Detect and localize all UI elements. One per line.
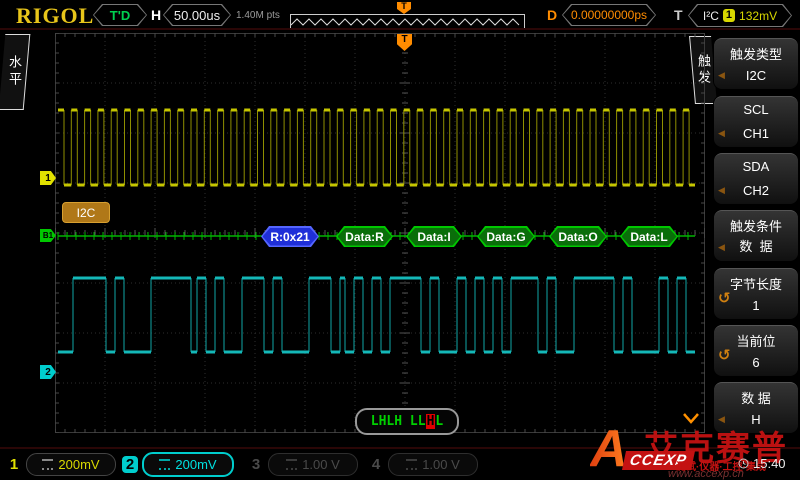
decode-bubble-data: Data:R <box>336 226 393 247</box>
channel-number: 4 <box>368 456 384 473</box>
channel-scale: 1.00 V <box>302 457 340 472</box>
bottom-separator <box>0 447 800 449</box>
tab-horizontal[interactable]: 水平 <box>0 34 30 110</box>
trigger-label: T <box>674 7 683 23</box>
trigger-status: T'D <box>110 8 130 23</box>
channel-status-bar: 1 200mV 2 200mV 3 1.00 V 4 1.00 V 15:40 <box>0 450 800 480</box>
bits-before: LHLH LL <box>371 414 426 429</box>
overview-trigger-flag-icon[interactable]: T <box>397 2 411 14</box>
channel-number: 2 <box>122 456 138 473</box>
delay-badge[interactable]: 0.00000000ps <box>562 4 656 26</box>
trigger-level: 132mV <box>739 9 777 23</box>
timebase-badge[interactable]: 50.00us <box>163 4 231 26</box>
horizontal-label: H <box>151 7 161 23</box>
decode-bus-marker[interactable]: B1 <box>40 229 56 242</box>
channel-number: 3 <box>248 456 264 473</box>
trigger-status-badge: T'D <box>93 4 147 26</box>
decode-bubble-address: R:0x21 <box>261 226 319 247</box>
menu-current-bit-button[interactable]: 当前位 ↺ 6 <box>714 325 798 376</box>
channel-scale: 1.00 V <box>422 457 460 472</box>
rigol-logo: RIGOL <box>16 3 94 29</box>
decode-bubble-data: Data:O <box>549 226 607 247</box>
channel-badge-3[interactable]: 3 1.00 V <box>248 452 358 476</box>
menu-trigger-type-button[interactable]: 触发类型 ◀ I2C <box>714 38 798 89</box>
dc-coupling-icon <box>42 459 53 470</box>
menu-byte-length-button[interactable]: 字节长度 ↺ 1 <box>714 268 798 319</box>
oscilloscope-screen: RIGOL T'D H 50.00us 1.40M pts T D 0.0000… <box>0 0 800 480</box>
decode-bubble-data: Data:I <box>406 226 462 247</box>
clock-time: 15:40 <box>753 456 786 471</box>
menu-scl-button[interactable]: SCL ◀ CH1 <box>714 96 798 147</box>
decode-bubble-data: Data:G <box>477 226 535 247</box>
delay-label: D <box>547 7 557 23</box>
dc-coupling-icon <box>286 459 297 470</box>
system-clock: 15:40 <box>738 456 786 471</box>
top-status-bar: RIGOL T'D H 50.00us 1.40M pts T D 0.0000… <box>0 0 800 30</box>
decode-bus-label[interactable]: I2C <box>62 202 110 223</box>
top-separator <box>0 28 800 30</box>
channel-scale: 200mV <box>175 457 216 472</box>
trigger-type: I²C <box>703 9 719 23</box>
menu-sda-button[interactable]: SDA ◀ CH2 <box>714 153 798 204</box>
trigger-source-badge: 1 <box>723 9 735 22</box>
channel2-marker[interactable]: 2 <box>40 365 56 379</box>
channel1-marker[interactable]: 1 <box>40 171 56 185</box>
menu-data-button[interactable]: 数 据 ◀ H <box>714 382 798 433</box>
memory-depth: 1.40M pts <box>236 10 280 21</box>
delay-value: 0.00000000ps <box>571 8 647 22</box>
dc-coupling-icon <box>406 459 417 470</box>
tab-horizontal-label: 水平 <box>5 55 24 89</box>
bits-after: L <box>435 414 443 429</box>
bit-current: H <box>426 414 436 429</box>
trigger-info-badge[interactable]: I²C 1 132mV <box>688 4 792 27</box>
waveform-display: I2C R:0x21 Data:R Data:I Data:G Data:O D… <box>55 33 705 433</box>
waveform-overview-ribbon[interactable] <box>290 14 525 29</box>
overview-zigzag <box>291 17 522 28</box>
scroll-down-chevron-icon[interactable] <box>681 411 701 427</box>
channel-badge-2[interactable]: 2 200mV <box>122 452 234 476</box>
clock-icon <box>738 458 749 469</box>
channel-badge-4[interactable]: 4 1.00 V <box>368 452 478 476</box>
timebase-value: 50.00us <box>174 8 220 23</box>
dc-coupling-icon <box>159 459 170 470</box>
menu-trigger-condition-button[interactable]: 触发条件 ◀ 数 据 <box>714 210 798 261</box>
channel-number: 1 <box>6 456 22 473</box>
channel-scale: 200mV <box>58 457 99 472</box>
channel-badge-1[interactable]: 1 200mV <box>6 452 116 476</box>
decode-bubble-data: Data:L <box>620 226 678 247</box>
bit-pattern-box: LHLH LLHL <box>355 408 459 435</box>
